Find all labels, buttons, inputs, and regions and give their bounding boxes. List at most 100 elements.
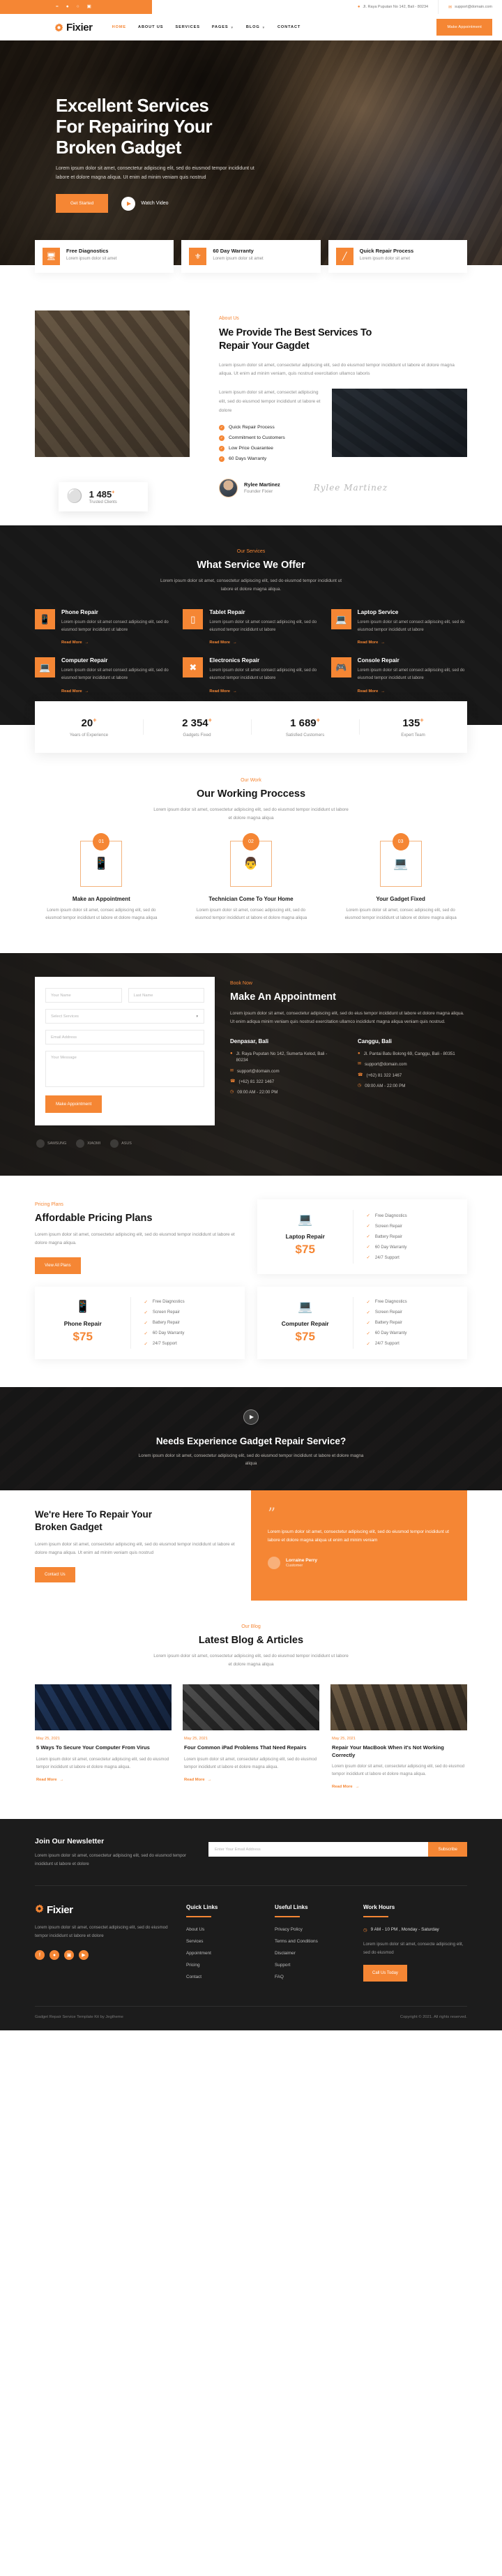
facebook-icon[interactable]: = — [56, 4, 59, 10]
pinterest-icon[interactable]: ○ — [77, 4, 79, 10]
read-more-link[interactable]: Read More → — [358, 689, 385, 694]
submit-appointment-button[interactable]: Make Appointment — [45, 1095, 102, 1113]
read-more-link[interactable]: Read More → — [61, 689, 89, 694]
footer-link-faq[interactable]: FAQ — [275, 1975, 348, 1979]
feature-card[interactable]: 🖥 Free Diagnostics Lorem ipsum dolor sit… — [35, 240, 174, 273]
check-icon: ✓ — [144, 1299, 148, 1305]
nav-item-contact[interactable]: CONTACT — [277, 25, 301, 29]
topbar-email[interactable]: ✉ support@domain.com — [438, 0, 502, 14]
location-email[interactable]: ✉ support@domain.com — [230, 1068, 340, 1074]
location-hours: ◷ 09:00 AM - 22:00 PM — [230, 1090, 278, 1095]
trusted-clients-label: Trusted Clients — [89, 500, 117, 504]
read-more-link[interactable]: Read More → — [36, 1778, 63, 1782]
service-card[interactable]: 📱 Phone Repair Lorem ipsum dolor sit ame… — [35, 609, 171, 647]
check-icon: ✓ — [366, 1320, 370, 1326]
service-card[interactable]: 💻 Computer Repair Lorem ipsum dolor sit … — [35, 657, 171, 695]
feature-card[interactable]: ╱ Quick Repair Process Lorem ipsum dolor… — [328, 240, 467, 273]
stat-label: Expert Team — [401, 732, 425, 737]
footer-logo[interactable]: Fixier — [35, 1904, 171, 1916]
read-more-link[interactable]: Read More → — [61, 641, 89, 645]
service-card[interactable]: 💻 Laptop Service Lorem ipsum dolor sit a… — [330, 609, 467, 647]
twitter-icon[interactable]: ● — [66, 4, 69, 10]
topbar-email-text: support@domain.com — [455, 5, 492, 9]
location-email[interactable]: ✉ support@domain.com — [358, 1061, 467, 1068]
blog-title: Latest Blog & Articles — [198, 1634, 304, 1646]
service-desc: Lorem ipsum dolor sit amet consect adipi… — [209, 620, 317, 633]
process-eyebrow: Our Work — [241, 777, 261, 783]
location-phone[interactable]: ☎ (+62) 81 322 1467 — [358, 1072, 467, 1079]
footer-link-pricing[interactable]: Pricing — [186, 1963, 259, 1968]
read-more-link[interactable]: Read More → — [209, 689, 236, 694]
last-name-input[interactable]: Last Name — [128, 988, 204, 1003]
service-select[interactable]: Select Services ▼ — [45, 1009, 204, 1024]
blog-post[interactable]: May 25, 2021 5 Ways To Secure Your Compu… — [35, 1684, 172, 1791]
service-card[interactable]: ✖ Electronics Repair Lorem ipsum dolor s… — [183, 657, 319, 695]
plan-feature: ✓ Screen Repair — [144, 1310, 180, 1315]
blog-post[interactable]: May 25, 2021 Repair Your MacBook When it… — [330, 1684, 467, 1791]
contact-us-button[interactable]: Contact Us — [35, 1566, 75, 1582]
read-more-link[interactable]: Read More → — [358, 641, 385, 645]
pricing-desc: Lorem ipsum dolor sit amet, consectetur … — [35, 1232, 235, 1246]
first-name-input[interactable]: Your Name — [45, 988, 122, 1003]
check-icon: ✓ — [144, 1310, 148, 1315]
get-started-button[interactable]: Get Started — [56, 194, 109, 214]
nav-item-about[interactable]: ABOUT US — [138, 25, 163, 29]
brand-logo[interactable]: Fixier — [54, 22, 93, 33]
location-name: Canggu, Bali — [358, 1038, 392, 1044]
arrow-right-icon: → — [84, 689, 89, 694]
nav-item-blog[interactable]: BLOG ▼ — [246, 25, 266, 29]
read-more-link[interactable]: Read More → — [332, 1785, 359, 1789]
message-textarea[interactable]: Your Message — [45, 1051, 204, 1087]
pricing-card[interactable]: 📱 Phone Repair $75 ✓ Free Diagnostics ✓ Sc… — [35, 1286, 245, 1359]
nav-item-pages[interactable]: PAGES ▼ — [212, 25, 234, 29]
instagram-icon[interactable]: ▣ — [64, 1950, 74, 1961]
pricing-card[interactable]: 💻 Laptop Repair $75 ✓ Free Diagnostics ✓ S… — [257, 1199, 467, 1274]
footer-quick-links: Quick Links About Us Services Appointmen… — [186, 1904, 259, 1986]
feature-card[interactable]: ⚜ 60 Day Warranty Lorem ipsum dolor sit … — [181, 240, 321, 273]
service-desc: Lorem ipsum dolor sit amet consect adipi… — [61, 668, 169, 681]
newsletter-email-input[interactable]: Enter Your Email Address — [208, 1842, 429, 1857]
plan-name: Computer Repair — [281, 1319, 329, 1327]
plan-feature: ✓ 60 Day Warranty — [366, 1331, 407, 1336]
footer-link-support[interactable]: Support — [275, 1963, 348, 1968]
step-number: 01 — [93, 832, 110, 851]
appointment-title: Make An Appointment — [230, 991, 336, 1003]
footer-link-disclaimer[interactable]: Disclaimer — [275, 1951, 348, 1956]
footer-link-appointment[interactable]: Appointment — [186, 1951, 259, 1956]
email-input[interactable]: Email Address — [45, 1030, 204, 1044]
location-phone[interactable]: ☎ (+62) 81 322 1467 — [230, 1079, 340, 1085]
read-more-link[interactable]: Read More → — [209, 641, 236, 645]
plan-feature: ✓ Screen Repair — [366, 1223, 402, 1229]
youtube-icon[interactable]: ▶ — [79, 1950, 89, 1961]
instagram-icon[interactable]: ▣ — [87, 4, 91, 10]
footer-link-terms[interactable]: Terms and Conditions — [275, 1939, 348, 1944]
blog-post[interactable]: May 25, 2021 Four Common iPad Problems T… — [183, 1684, 319, 1791]
plan-feature: ✓ 24/7 Support — [366, 1341, 400, 1347]
watch-video-button[interactable]: Watch Video — [121, 196, 169, 211]
arrow-right-icon: → — [59, 1777, 64, 1782]
stat-label: Satisfied Customers — [285, 732, 325, 737]
footer-link-about-us[interactable]: About Us — [186, 1927, 259, 1932]
service-card[interactable]: ▯ Tablet Repair Lorem ipsum dolor sit am… — [183, 609, 319, 647]
facebook-icon[interactable]: f — [35, 1950, 45, 1961]
service-card[interactable]: 🎮 Console Repair Lorem ipsum dolor sit a… — [330, 657, 467, 695]
call-us-today-button[interactable]: Call Us Today — [363, 1965, 407, 1982]
footer-link-services[interactable]: Services — [186, 1939, 259, 1944]
pricing-card[interactable]: 💻 Computer Repair $75 ✓ Free Diagnostics … — [257, 1286, 467, 1359]
make-appointment-button[interactable]: Make Appointment — [436, 19, 492, 36]
nav-item-home[interactable]: HOME — [112, 25, 126, 29]
desktop-icon: 💻 — [298, 1299, 313, 1313]
twitter-icon[interactable]: ● — [50, 1950, 59, 1961]
gamepad-icon: 🎮 — [330, 657, 351, 678]
view-all-plans-button[interactable]: View All Plans — [35, 1257, 81, 1274]
divider — [186, 1915, 211, 1917]
nav-item-services[interactable]: SERVICES — [175, 25, 199, 29]
check-icon: ✓ — [366, 1213, 370, 1219]
footer-link-privacy-policy[interactable]: Privacy Policy — [275, 1927, 348, 1932]
footer-link-contact[interactable]: Contact — [186, 1975, 259, 1979]
laptop-icon: 💻 — [298, 1213, 313, 1226]
read-more-link[interactable]: Read More → — [184, 1778, 211, 1782]
post-title: Repair Your MacBook When it's Not Workin… — [332, 1744, 444, 1758]
subscribe-button[interactable]: Subscribe — [428, 1842, 467, 1857]
play-icon[interactable] — [243, 1409, 259, 1425]
